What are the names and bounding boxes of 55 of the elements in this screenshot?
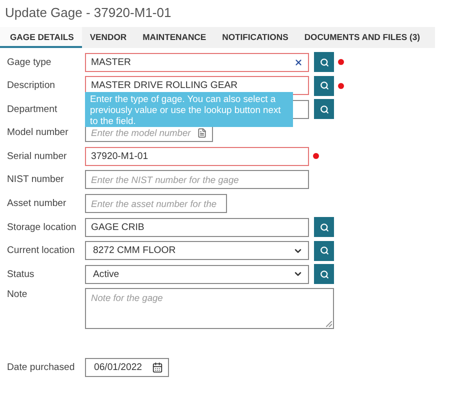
field-placeholder: Enter the NIST number for the gage xyxy=(91,174,240,185)
search-button[interactable] xyxy=(314,76,334,96)
field-value: 37920-M1-01 xyxy=(91,150,150,162)
required-dot-icon xyxy=(338,82,344,89)
date-value: 06/01/2022 xyxy=(94,362,144,374)
note-placeholder: Note for the gage xyxy=(91,292,163,303)
input-field[interactable]: MASTER xyxy=(85,52,309,72)
field-label: Date purchased xyxy=(7,362,76,374)
search-icon xyxy=(320,104,328,114)
tab[interactable]: MAINTENANCE xyxy=(134,27,214,48)
field-label: Description xyxy=(7,80,56,92)
field-value: MASTER xyxy=(91,56,132,68)
search-button[interactable] xyxy=(314,264,334,284)
field-value: GAGE CRIB xyxy=(91,222,146,233)
calendar-icon xyxy=(152,362,163,374)
search-icon xyxy=(320,222,328,232)
document-icon xyxy=(197,128,207,138)
tab[interactable]: DOCUMENTS AND FILES (3) xyxy=(296,27,428,48)
field-label: Serial number xyxy=(7,150,68,162)
required-dot-icon xyxy=(313,153,319,160)
field-label: Department xyxy=(7,104,58,115)
tab[interactable]: VENDOR xyxy=(82,27,135,48)
field-label: NIST number xyxy=(7,174,65,186)
input-field[interactable]: GAGE CRIB xyxy=(85,218,309,237)
field-label: Gage type xyxy=(7,56,52,68)
field-value: Active xyxy=(92,268,120,280)
field-value: MASTER DRIVE ROLLING GEAR xyxy=(91,80,239,92)
search-button[interactable] xyxy=(314,52,334,72)
clear-icon[interactable] xyxy=(294,58,303,66)
date-field[interactable]: 06/01/2022 xyxy=(85,358,169,378)
tooltip: Enter the type of gage. You can also select a previously value or use the lookup button next to the field. xyxy=(85,92,293,127)
required-dot-icon xyxy=(338,59,344,65)
field-label: Current location xyxy=(7,245,76,256)
search-icon xyxy=(320,246,328,256)
field-label: Storage location xyxy=(7,222,78,233)
field-placeholder: Enter the asset number for the xyxy=(91,198,218,209)
field-label: Note xyxy=(7,288,28,300)
input-field[interactable]: 37920-M1-01 xyxy=(85,146,309,166)
search-icon xyxy=(320,270,328,279)
field-label: Model number xyxy=(7,127,70,138)
dropdown[interactable]: 8272 CMM FLOOR xyxy=(85,241,309,260)
dropdown[interactable]: Active xyxy=(85,264,309,284)
field-label: Status xyxy=(7,268,36,280)
search-button[interactable] xyxy=(314,240,334,261)
search-button[interactable] xyxy=(314,217,334,238)
page-title: Update Gage - 37920-M1-01 xyxy=(4,4,172,22)
resize-grip-icon xyxy=(326,320,332,327)
tab[interactable]: GAGE DETAILS xyxy=(0,27,82,48)
field-placeholder: Enter the model number xyxy=(91,128,192,138)
search-icon xyxy=(320,81,328,90)
search-icon xyxy=(320,58,328,66)
search-button[interactable] xyxy=(314,99,334,120)
tab[interactable]: NOTIFICATIONS xyxy=(214,27,296,48)
field-label: Asset number xyxy=(7,198,68,210)
field-value: 8272 CMM FLOOR xyxy=(92,245,177,256)
